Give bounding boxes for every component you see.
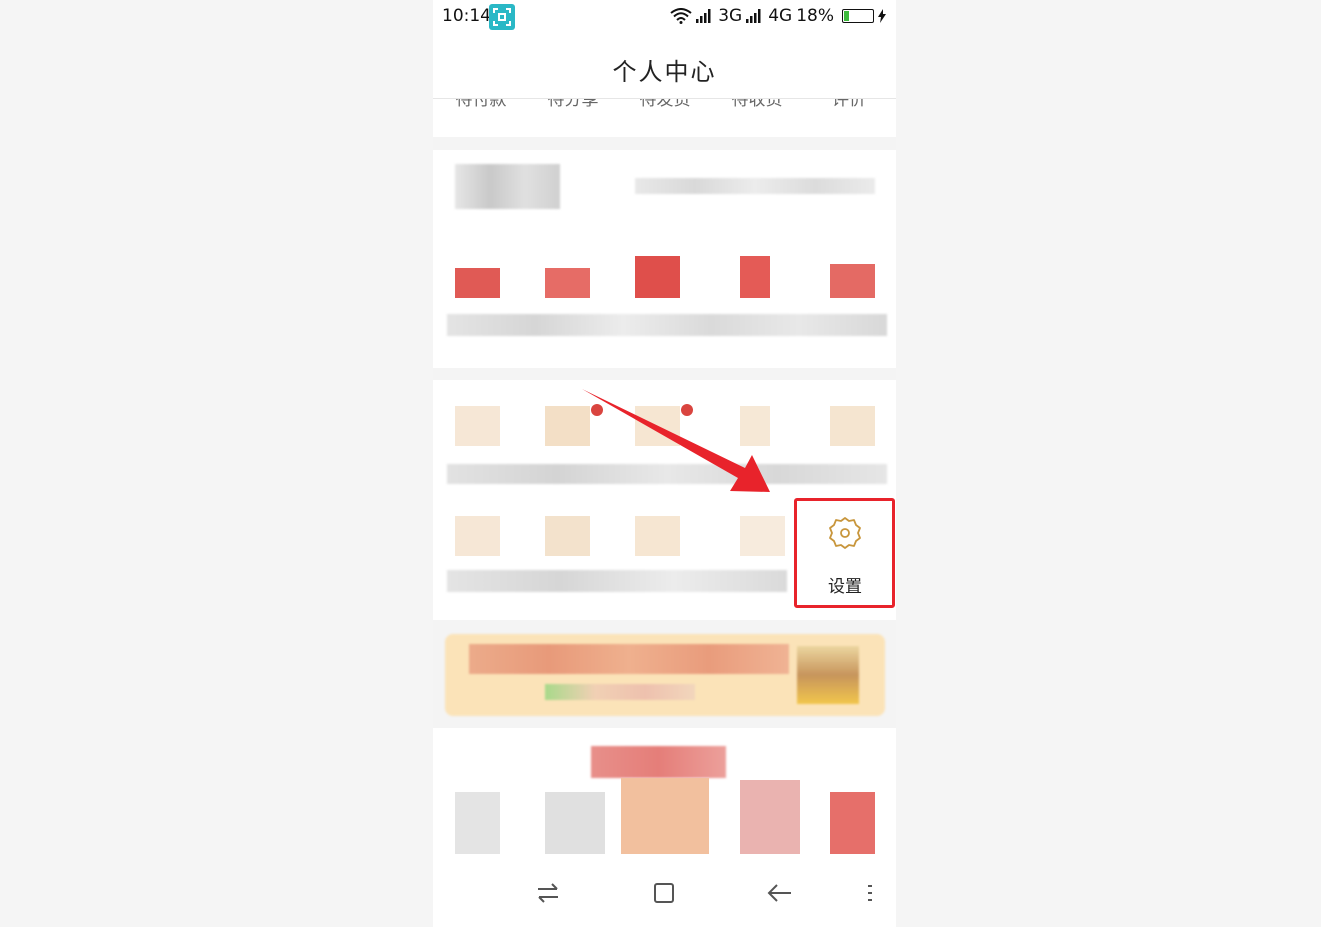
settings-highlight-box: [794, 498, 895, 608]
annotation-overlay: [582, 389, 770, 492]
annotation-arrow: [582, 389, 770, 492]
